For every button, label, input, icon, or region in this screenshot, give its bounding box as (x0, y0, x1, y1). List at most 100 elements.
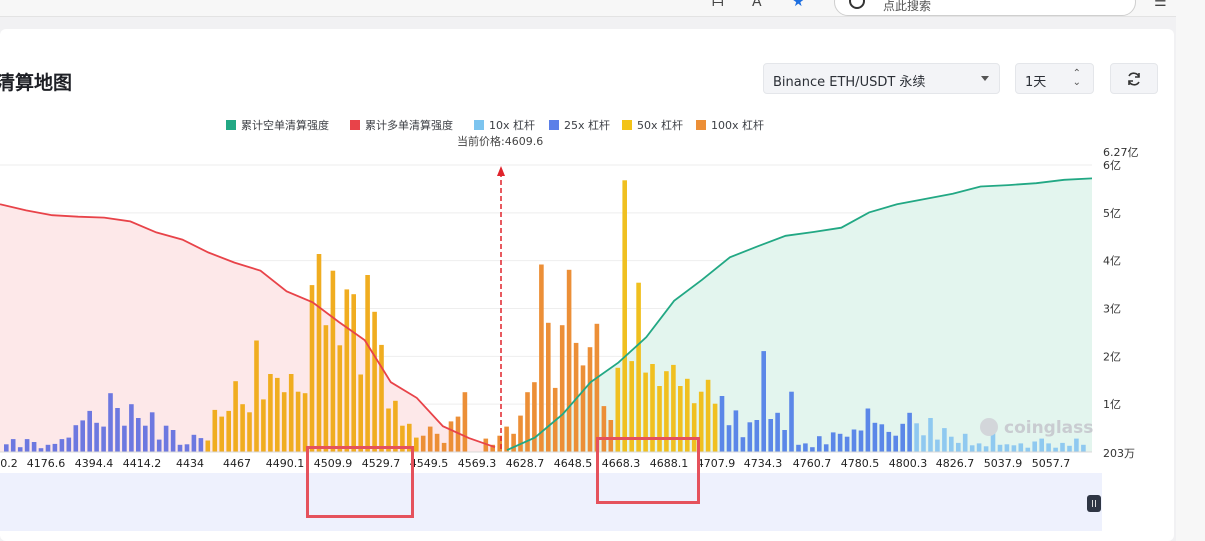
liquidation-bar (73, 425, 79, 452)
liquidation-bar (226, 410, 231, 452)
scroller-handle[interactable] (1087, 495, 1101, 512)
x-tick-label: 4826.7 (936, 457, 975, 470)
liquidation-bar (143, 425, 148, 452)
liquidation-bar (580, 365, 586, 452)
liquidation-bar (233, 381, 238, 452)
liquidation-bar (261, 399, 266, 452)
legend-item-25x[interactable]: 25x 杠杆 (549, 117, 610, 133)
liquidation-bar (837, 433, 843, 452)
liquidation-bar (38, 448, 44, 452)
liquidation-bar (594, 323, 600, 452)
y-tick-label: 4亿 (1103, 255, 1121, 268)
liquidation-bar (1025, 447, 1031, 452)
favorite-star-icon[interactable]: ★ (792, 0, 805, 10)
liquidation-bar (1004, 444, 1010, 452)
range-scroller[interactable] (0, 473, 1102, 531)
liquidation-bar (886, 431, 892, 452)
coinglass-watermark: coinglass (980, 418, 1093, 438)
highlight-box-4668-4688 (596, 437, 700, 504)
liquidation-bar (532, 382, 537, 452)
liquidation-bar (59, 439, 65, 452)
liquidation-bar (976, 443, 982, 452)
y-tick-label: 6.27亿 (1103, 146, 1139, 159)
liquidation-bar (719, 396, 725, 452)
liquidation-bar (587, 347, 593, 452)
liquidation-bar (295, 391, 301, 452)
liquidation-bar (10, 439, 16, 452)
liquidation-bar (136, 418, 141, 452)
liquidation-bar (122, 425, 127, 452)
x-tick-label: 5037.9 (984, 457, 1023, 470)
liquidation-bar (789, 391, 794, 452)
page-title: ​清算地图 (0, 72, 73, 94)
legend-item-50x[interactable]: 50x 杠杆 (622, 117, 683, 133)
y-tick-label: 2亿 (1103, 350, 1121, 363)
liquidation-bar (344, 289, 350, 452)
liquidation-bar (393, 400, 398, 452)
liquidation-bar (949, 436, 954, 452)
liquidation-bar (726, 425, 732, 452)
legend-item-100x[interactable]: 100x 杠杆 (696, 117, 764, 133)
liquidation-bar (796, 444, 801, 452)
liquidation-bar (302, 393, 308, 452)
liquidation-bar (1011, 445, 1017, 452)
liquidation-bar (372, 311, 377, 452)
x-tick-label: 4707.9 (697, 457, 736, 470)
liquidation-bar (636, 282, 641, 452)
liquidation-bar (504, 426, 509, 452)
liquidation-bar (511, 433, 516, 452)
legend-item-10x[interactable]: 10x 杠杆 (474, 117, 535, 133)
legend-item-long-cumulative[interactable]: 累计多单清算强度 (350, 117, 453, 133)
exchange-pair-select[interactable]: Binance ETH/USDT 永续 (763, 63, 1000, 94)
liquidation-chart[interactable]: 203万 1亿 2亿 3亿 4亿 5亿 6亿6.27亿 0.2 4176.6 4394.4 4414… (0, 140, 1150, 475)
liquidation-bar (969, 445, 975, 452)
x-tick-label: 4760.7 (793, 457, 832, 470)
liquidation-bar (275, 377, 280, 452)
search-box[interactable]: 点此搜索 (834, 0, 1136, 16)
x-tick-label: 4648.5 (554, 457, 593, 470)
y-tick-label: 5亿 (1103, 207, 1121, 220)
search-icon (849, 0, 865, 9)
liquidation-bar (1060, 442, 1065, 452)
liquidation-bar (379, 344, 384, 452)
legend-swatch (474, 120, 484, 130)
liquidation-bar (247, 412, 252, 452)
liquidation-bar (803, 443, 808, 452)
period-select[interactable]: 1天 ⌃ ⌄ (1015, 63, 1094, 94)
liquidation-bar (851, 429, 857, 452)
liquidation-bar (323, 325, 329, 452)
liquidation-bar (281, 392, 287, 452)
liquidation-bar (170, 430, 176, 452)
liquidation-bar (823, 444, 829, 452)
x-tick-label: 5057.7 (1032, 457, 1071, 470)
refresh-button[interactable] (1110, 63, 1158, 94)
liquidation-bar (198, 438, 204, 452)
liquidation-bar (4, 444, 9, 452)
x-tick-label: 4569.3 (458, 457, 497, 470)
read-aloud-icon[interactable]: A (752, 0, 762, 10)
page-scrollbar-track (1176, 16, 1205, 541)
liquidation-bar (559, 325, 565, 452)
liquidation-bar (782, 430, 787, 452)
menu-icon[interactable]: ☰ (1154, 0, 1167, 10)
liquidation-bar (212, 409, 218, 452)
liquidation-bar (219, 416, 224, 452)
liquidation-bar (462, 392, 468, 452)
liquidation-bar (1032, 441, 1037, 452)
liquidation-bar (66, 437, 72, 452)
liquidation-bar (101, 426, 106, 452)
x-tick-label: 4434 (176, 457, 204, 470)
liquidation-bar (191, 434, 197, 452)
liquidation-bar (365, 275, 370, 452)
liquidation-bar (184, 444, 190, 452)
liquidation-bar (80, 420, 85, 452)
liquidation-bar (740, 437, 746, 452)
liquidation-bar (1046, 443, 1051, 452)
legend-item-short-cumulative[interactable]: 累计空单清算强度 (226, 117, 329, 133)
liquidation-bar (956, 442, 961, 452)
liquidation-bar (205, 440, 211, 452)
liquidation-bar (747, 422, 753, 452)
x-tick-label: 4780.5 (841, 457, 880, 470)
liquidation-bar (525, 392, 530, 452)
translate-icon[interactable]: ᗩ (712, 0, 724, 10)
